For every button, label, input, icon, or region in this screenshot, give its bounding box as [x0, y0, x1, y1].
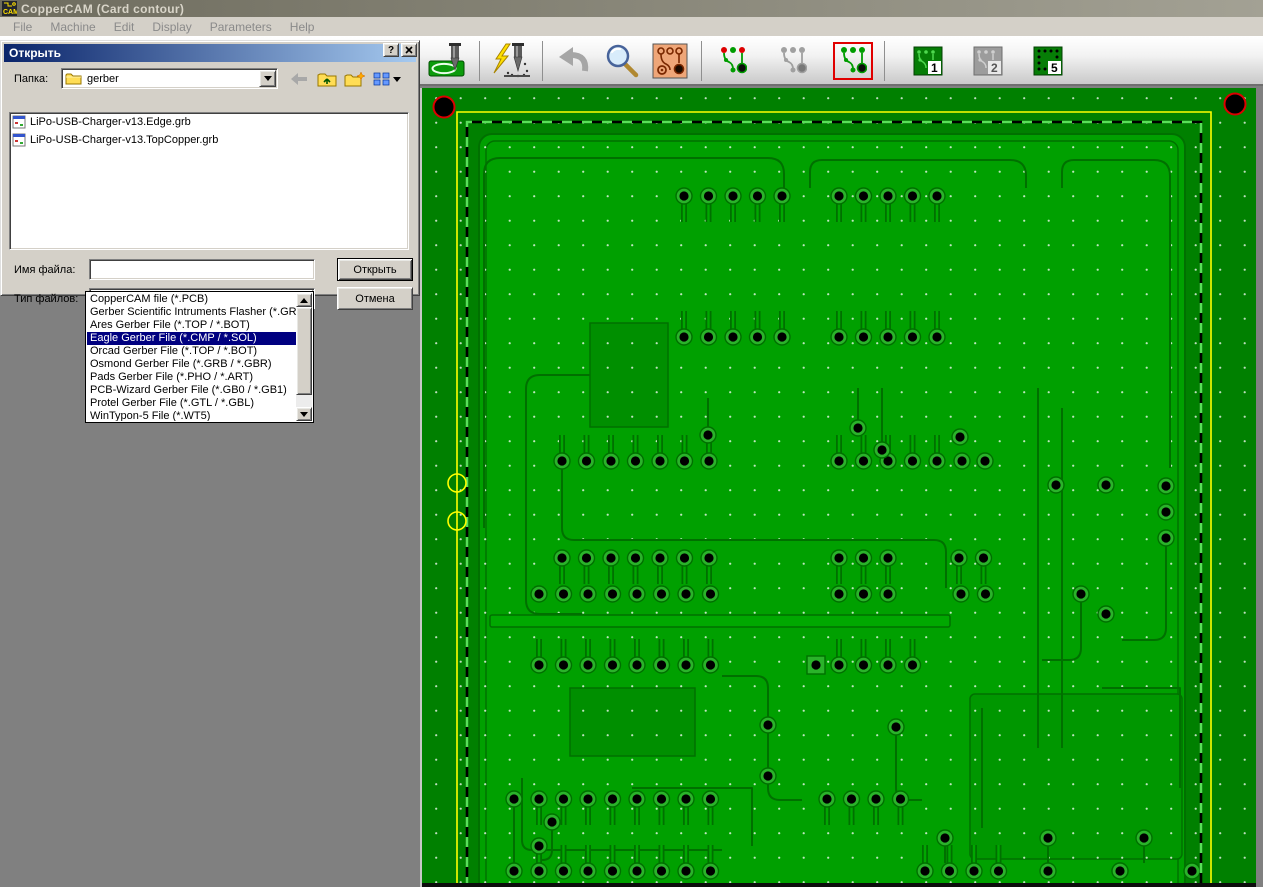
copper-board-button[interactable] [647, 39, 693, 83]
folder-dropdown-button[interactable] [259, 70, 276, 87]
back-button[interactable] [287, 68, 311, 90]
chevron-down-icon [264, 76, 272, 81]
pcb-view[interactable] [420, 88, 1256, 887]
window-title: CopperCAM (Card contour) [21, 2, 184, 16]
toolbar-separator [701, 41, 702, 81]
file-list[interactable]: LiPo-USB-Charger-v13.Edge.grb LiPo-USB-C… [9, 112, 409, 250]
engrave-button[interactable] [488, 39, 534, 83]
menu-display[interactable]: Display [143, 18, 200, 36]
layer-2-icon: 2 [973, 46, 1003, 76]
open-button[interactable]: Открыть [337, 258, 413, 281]
open-dialog: Открыть ? Папка: gerber [0, 40, 420, 296]
layer-2-label: 2 [991, 61, 998, 75]
dialog-close-button[interactable] [401, 43, 417, 57]
layer-2-button[interactable]: 2 [965, 39, 1011, 83]
toolbar-separator [542, 41, 543, 81]
new-folder-icon [344, 71, 366, 87]
layer-5-icon: 5 [1033, 46, 1063, 76]
copper-board-icon [652, 43, 688, 79]
close-icon [405, 46, 413, 54]
toolbar-separator [479, 41, 480, 81]
undo-button[interactable] [551, 39, 597, 83]
triangle-up-icon [300, 298, 308, 303]
chevron-down-icon [393, 77, 401, 82]
filetype-option[interactable]: Gerber Scientific Intruments Flasher (*.… [87, 306, 296, 319]
layer-1-icon: 1 [913, 46, 943, 76]
filetype-option[interactable]: Pads Gerber File (*.PHO / *.ART) [87, 371, 296, 384]
window-titlebar: CAM CopperCAM (Card contour) [0, 0, 1263, 17]
coppercam-window: CAM CopperCAM (Card contour) File Machin… [0, 0, 1263, 887]
zoom-button[interactable] [599, 39, 645, 83]
filetype-option[interactable]: WinTypon-5 File (*.WT5) [87, 410, 296, 421]
tracks-gray-icon [779, 45, 807, 77]
menu-parameters[interactable]: Parameters [201, 18, 281, 36]
layer-5-label: 5 [1051, 61, 1058, 75]
dialog-help-button[interactable]: ? [383, 43, 399, 57]
folder-combobox[interactable]: gerber [61, 68, 278, 89]
cancel-button[interactable]: Отмена [337, 287, 413, 310]
menu-machine[interactable]: Machine [41, 18, 104, 36]
dialog-title: Открыть [9, 46, 61, 60]
engrave-icon [491, 42, 531, 80]
new-folder-button[interactable] [343, 68, 367, 90]
toolbar-separator [884, 41, 885, 81]
menu-bar: File Machine Edit Display Parameters Hel… [0, 17, 1263, 36]
views-grid-icon [373, 72, 390, 86]
folder-value: gerber [83, 73, 259, 85]
scrollbar-thumb[interactable] [296, 307, 312, 395]
menu-file[interactable]: File [4, 18, 41, 36]
filetype-dropdown-list: CopperCAM file (*.PCB) Gerber Scientific… [85, 291, 314, 423]
filename-input[interactable] [89, 259, 315, 280]
tracks-gray-button[interactable] [770, 39, 816, 83]
tracks-colored-button[interactable] [710, 39, 756, 83]
up-folder-icon [317, 71, 337, 87]
coppercam-app-icon: CAM [2, 1, 17, 16]
filetype-option[interactable]: Protel Gerber File (*.GTL / *.GBL) [87, 397, 296, 410]
tracks-selected-button[interactable] [830, 39, 876, 83]
undo-icon [554, 45, 594, 77]
scroll-down-button[interactable] [296, 407, 312, 421]
contour-mill-button[interactable] [425, 39, 471, 83]
folder-label: Папка: [14, 73, 48, 85]
layer-5-button[interactable]: 5 [1025, 39, 1071, 83]
triangle-down-icon [300, 412, 308, 417]
dropdown-scrollbar[interactable] [296, 293, 312, 421]
filetype-option[interactable]: Orcad Gerber File (*.TOP / *.BOT) [87, 345, 296, 358]
layer-1-label: 1 [931, 61, 938, 75]
up-folder-button[interactable] [315, 68, 339, 90]
pcb-board-render [422, 88, 1256, 887]
folder-icon [65, 72, 83, 85]
filetype-option-selected[interactable]: Eagle Gerber File (*.CMP / *.SOL) [87, 332, 296, 345]
file-list-item[interactable]: LiPo-USB-Charger-v13.Edge.grb [10, 113, 408, 131]
file-list-item[interactable]: LiPo-USB-Charger-v13.TopCopper.grb [10, 131, 408, 149]
filetype-option[interactable]: CopperCAM file (*.PCB) [87, 293, 296, 306]
menu-edit[interactable]: Edit [105, 18, 144, 36]
dialog-titlebar[interactable]: Открыть [4, 44, 416, 62]
filetype-label: Тип файлов: [14, 293, 78, 305]
back-arrow-icon [289, 72, 309, 86]
contour-mill-icon [428, 42, 468, 80]
scroll-up-button[interactable] [296, 293, 312, 307]
tracks-colored-icon [719, 45, 747, 77]
gerber-file-icon [12, 133, 26, 147]
filetype-option[interactable]: Osmond Gerber File (*.GRB / *.GBR) [87, 358, 296, 371]
gerber-file-icon [12, 115, 26, 129]
zoom-icon [603, 43, 641, 79]
filetype-option[interactable]: Ares Gerber File (*.TOP / *.BOT) [87, 319, 296, 332]
menu-help[interactable]: Help [281, 18, 324, 36]
file-name: LiPo-USB-Charger-v13.TopCopper.grb [30, 134, 218, 146]
layer-1-button[interactable]: 1 [905, 39, 951, 83]
tracks-selected-icon [839, 45, 867, 77]
views-button[interactable] [371, 68, 403, 90]
filename-label: Имя файла: [14, 264, 75, 276]
file-name: LiPo-USB-Charger-v13.Edge.grb [30, 116, 191, 128]
svg-text:CAM: CAM [3, 9, 17, 16]
filetype-option[interactable]: PCB-Wizard Gerber File (*.GB0 / *.GB1) [87, 384, 296, 397]
